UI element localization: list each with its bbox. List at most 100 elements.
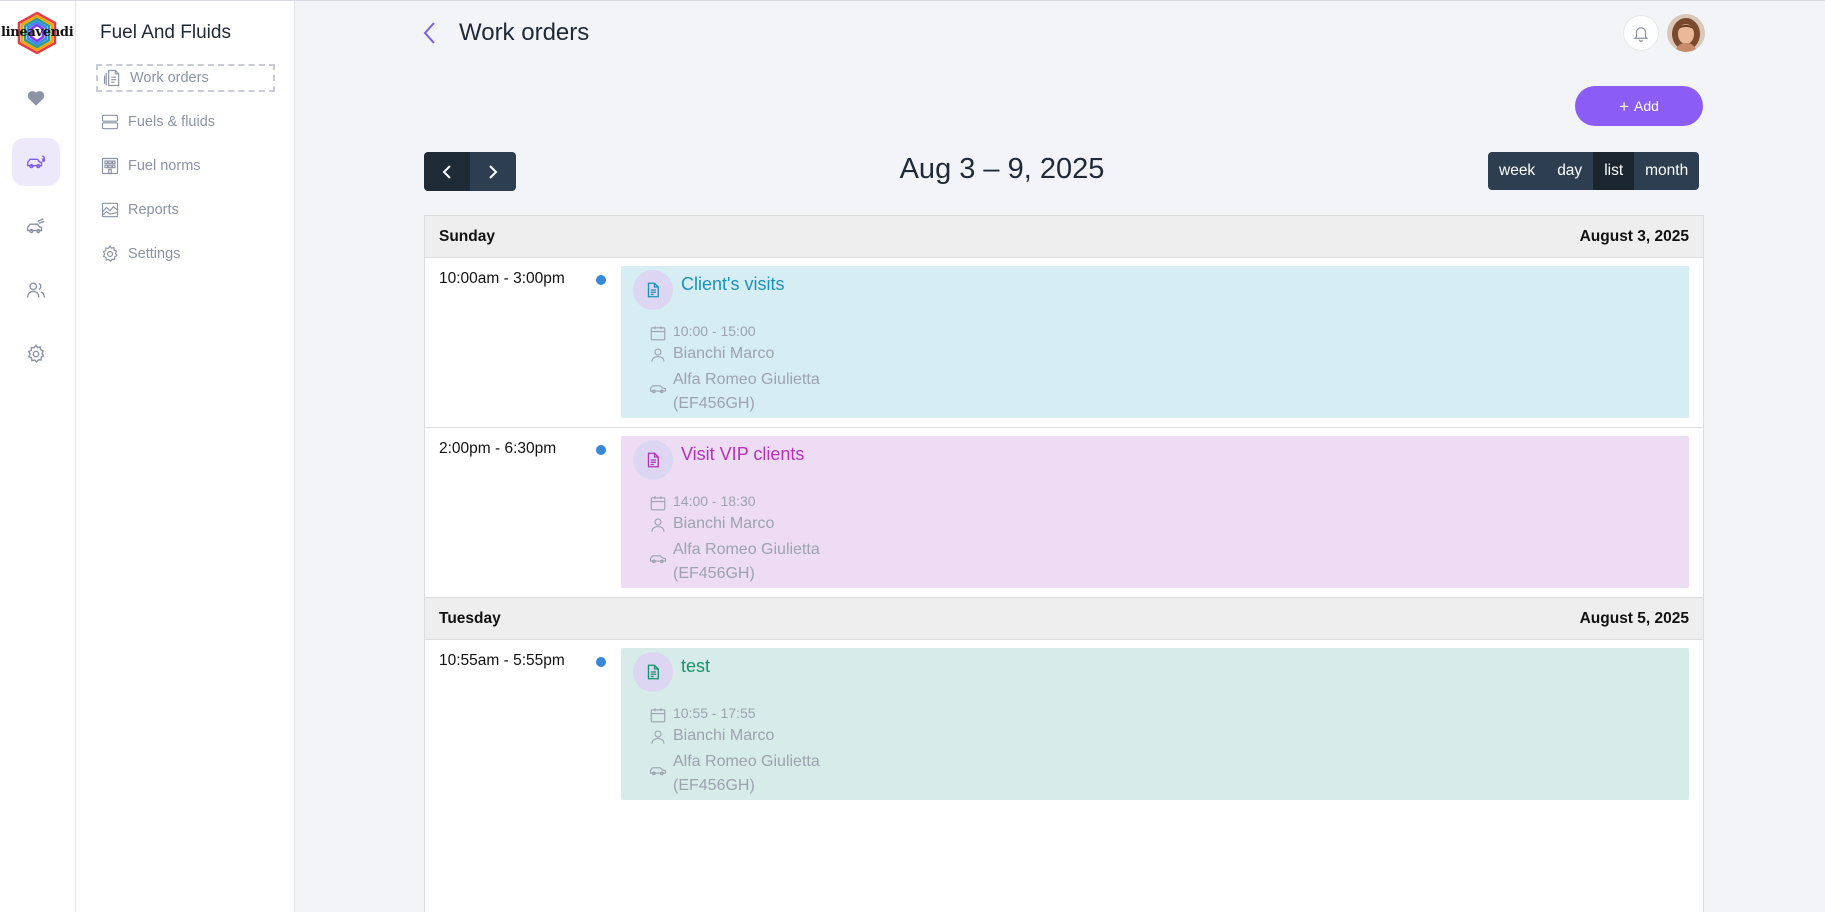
prev-week-button[interactable] bbox=[424, 152, 470, 191]
car-icon bbox=[649, 385, 667, 394]
event-vehicle-plate: (EF456GH) bbox=[673, 395, 755, 412]
car-icon bbox=[649, 555, 667, 564]
gear-icon bbox=[102, 245, 118, 263]
rail-settings-button[interactable] bbox=[12, 330, 60, 378]
next-week-button[interactable] bbox=[470, 152, 516, 191]
server-icon bbox=[101, 114, 119, 130]
user-icon bbox=[651, 348, 665, 362]
menu-item-work-orders[interactable]: Work orders bbox=[96, 64, 275, 92]
calendar-icon bbox=[650, 496, 666, 511]
section-title: Fuel And Fluids bbox=[100, 22, 231, 43]
add-button[interactable]: + Add bbox=[1575, 86, 1703, 126]
event-hours: 14:00 - 18:30 bbox=[649, 493, 756, 512]
day-date: August 5, 2025 bbox=[1579, 609, 1689, 627]
calendar-list: Sunday August 3, 2025 10:00am - 3:00pm C… bbox=[424, 215, 1704, 912]
event-vehicle: Alfa Romeo Giulietta (EF456GH) bbox=[649, 538, 820, 586]
event-vehicle-model: Alfa Romeo Giulietta bbox=[673, 371, 820, 388]
back-button[interactable] bbox=[418, 18, 442, 48]
day-header: Tuesday August 5, 2025 bbox=[425, 598, 1703, 640]
user-avatar[interactable] bbox=[1667, 14, 1705, 52]
event-title: Visit VIP clients bbox=[681, 444, 805, 464]
user-icon bbox=[651, 730, 665, 744]
event-driver-text: Bianchi Marco bbox=[673, 515, 775, 532]
users-icon bbox=[27, 282, 45, 298]
car-speed-icon bbox=[27, 218, 45, 234]
rail-favorites-button[interactable] bbox=[12, 74, 60, 122]
menu-item-settings[interactable]: Settings bbox=[96, 240, 275, 268]
app-logo[interactable]: lineavendite bbox=[0, 10, 74, 56]
section-menu: Fuel And Fluids Work orders Fuels & flui… bbox=[76, 1, 295, 912]
view-day-button[interactable]: day bbox=[1546, 152, 1594, 190]
day-weekday: Tuesday bbox=[439, 609, 501, 627]
event-hours: 10:55 - 17:55 bbox=[649, 705, 756, 724]
menu-item-label: Fuels & fluids bbox=[128, 114, 216, 130]
event-vehicle-model: Alfa Romeo Giulietta bbox=[673, 541, 820, 558]
document-icon bbox=[103, 69, 120, 87]
event-hours-text: 10:55 - 17:55 bbox=[673, 705, 756, 721]
event-title: Client's visits bbox=[681, 274, 785, 294]
calendar-date-range: Aug 3 – 9, 2025 bbox=[899, 153, 1105, 185]
chevron-right-icon bbox=[489, 164, 498, 179]
heart-icon bbox=[27, 91, 45, 106]
chart-area-icon bbox=[101, 202, 119, 218]
view-week-button[interactable]: week bbox=[1488, 152, 1547, 190]
event-vehicle: Alfa Romeo Giulietta (EF456GH) bbox=[649, 368, 820, 416]
event-row: 2:00pm - 6:30pm Visit VIP clients 14:00 … bbox=[425, 428, 1703, 598]
event-card[interactable]: Client's visits 10:00 - 15:00 Bianchi Ma… bbox=[621, 266, 1689, 418]
calendar-nav bbox=[424, 152, 516, 191]
rail-vehicles-button[interactable] bbox=[12, 202, 60, 250]
event-card[interactable]: Visit VIP clients 14:00 - 18:30 Bianchi … bbox=[621, 436, 1689, 588]
menu-item-reports[interactable]: Reports bbox=[96, 196, 275, 224]
gear-icon bbox=[27, 344, 45, 364]
event-driver-text: Bianchi Marco bbox=[673, 345, 775, 362]
event-dot bbox=[596, 445, 606, 455]
event-dot bbox=[596, 275, 606, 285]
view-list-button[interactable]: list bbox=[1593, 152, 1635, 190]
event-driver: Bianchi Marco bbox=[649, 345, 774, 364]
menu-item-label: Settings bbox=[128, 246, 181, 262]
event-vehicle-model: Alfa Romeo Giulietta bbox=[673, 753, 820, 770]
event-time: 10:55am - 5:55pm bbox=[439, 652, 565, 669]
menu-item-fuel-norms[interactable]: Fuel norms bbox=[96, 152, 275, 180]
car-fuel-icon bbox=[27, 155, 45, 169]
menu-item-label: Fuel norms bbox=[128, 158, 201, 174]
event-dot bbox=[596, 657, 606, 667]
plus-icon: + bbox=[1619, 96, 1629, 116]
notifications-button[interactable] bbox=[1623, 15, 1659, 51]
event-time: 2:00pm - 6:30pm bbox=[439, 440, 557, 457]
menu-item-label: Reports bbox=[128, 202, 179, 218]
user-icon bbox=[651, 518, 665, 532]
document-icon bbox=[633, 652, 673, 692]
calendar-icon bbox=[650, 708, 666, 723]
event-hours: 10:00 - 15:00 bbox=[649, 323, 756, 342]
event-card[interactable]: test 10:55 - 17:55 Bianchi Marco Alfa Ro… bbox=[621, 648, 1689, 800]
document-icon bbox=[633, 440, 673, 480]
page-title: Work orders bbox=[459, 19, 590, 46]
menu-item-label: Work orders bbox=[130, 70, 209, 86]
logo-text: lineavendite bbox=[1, 25, 74, 40]
chevron-left-icon bbox=[442, 164, 451, 179]
event-hours-text: 10:00 - 15:00 bbox=[673, 323, 756, 339]
event-title: test bbox=[681, 656, 711, 676]
rail-fuel-button[interactable] bbox=[12, 138, 60, 186]
calendar-view-switcher: week day list month bbox=[1488, 152, 1700, 190]
rail-users-button[interactable] bbox=[12, 266, 60, 314]
event-row: 10:00am - 3:00pm Client's visits 10:00 -… bbox=[425, 258, 1703, 428]
menu-item-fuels-fluids[interactable]: Fuels & fluids bbox=[96, 108, 275, 136]
view-month-button[interactable]: month bbox=[1634, 152, 1700, 190]
event-hours-text: 14:00 - 18:30 bbox=[673, 493, 756, 509]
event-driver: Bianchi Marco bbox=[649, 727, 774, 746]
building-icon bbox=[101, 157, 119, 175]
event-vehicle-plate: (EF456GH) bbox=[673, 777, 755, 794]
day-header: Sunday August 3, 2025 bbox=[425, 216, 1703, 258]
event-vehicle-plate: (EF456GH) bbox=[673, 565, 755, 582]
add-button-label: Add bbox=[1634, 98, 1659, 114]
chevron-left-icon bbox=[423, 22, 435, 44]
event-driver-text: Bianchi Marco bbox=[673, 727, 775, 744]
car-icon bbox=[649, 767, 667, 776]
calendar-icon bbox=[650, 326, 666, 341]
event-driver: Bianchi Marco bbox=[649, 515, 774, 534]
event-vehicle: Alfa Romeo Giulietta (EF456GH) bbox=[649, 750, 820, 798]
icon-rail: lineavendite bbox=[0, 1, 76, 912]
event-time: 10:00am - 3:00pm bbox=[439, 270, 565, 287]
